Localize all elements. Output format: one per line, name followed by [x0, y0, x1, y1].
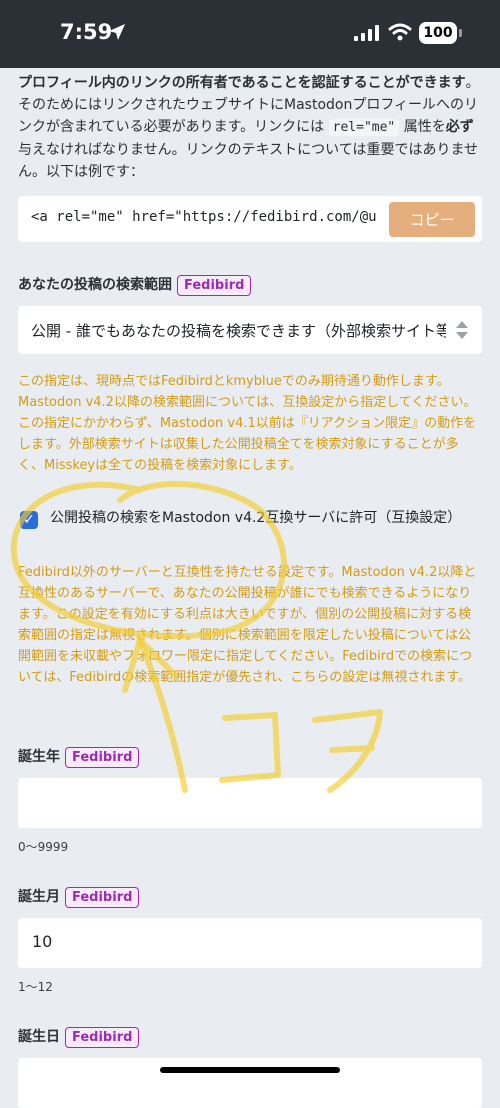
fedibird-badge: Fedibird	[65, 886, 140, 908]
wifi-icon	[388, 23, 412, 41]
birth-year-input[interactable]	[18, 778, 482, 828]
status-bar: 7:59 100	[0, 0, 500, 68]
intro-must: 必ず	[445, 119, 474, 135]
compat-checkbox[interactable]: ✓	[20, 511, 38, 529]
birth-month-value: 10	[32, 932, 53, 951]
verification-intro: プロフィール内のリンクの所有者であることを認証することができます。そのためにはリ…	[18, 72, 482, 183]
birth-day-label: 誕生日 Fedibird	[18, 1026, 140, 1048]
status-time: 7:59	[60, 20, 113, 44]
rel-me-code: rel="me"	[328, 119, 400, 136]
highlighter-ko-1	[219, 712, 281, 783]
birth-month-label-text: 誕生月	[18, 889, 60, 905]
birth-month-label: 誕生月 Fedibird	[18, 886, 140, 908]
fedibird-badge: Fedibird	[65, 1026, 140, 1048]
intro-bold: プロフィール内のリンクの所有者であることを認証することができます	[18, 75, 466, 91]
birth-month-input[interactable]: 10	[18, 918, 482, 968]
search-range-select[interactable]: 公開 - 誰でもあなたの投稿を検索できます（外部検索サイト等を含む）	[18, 306, 482, 354]
compat-hint: Fedibird以外のサーバーと互換性を持たせる設定です。Mastodon v4…	[18, 565, 477, 685]
fedibird-badge: Fedibird	[177, 274, 252, 296]
location-arrow-icon	[109, 24, 125, 40]
battery-icon: 100	[419, 22, 457, 44]
birth-year-hint: 0〜9999	[18, 840, 69, 854]
home-indicator	[160, 1067, 340, 1073]
intro-text-2: 属性を	[403, 119, 446, 135]
compat-checkbox-label[interactable]: 公開投稿の検索をMastodon v4.2互換サーバに許可（互換設定）	[50, 508, 480, 529]
birth-year-label-text: 誕生年	[18, 749, 60, 765]
birth-month-hint: 1〜12	[18, 980, 53, 994]
copy-button[interactable]: コピー	[389, 202, 475, 237]
check-icon: ✓	[23, 512, 35, 528]
signal-icon	[354, 25, 379, 41]
search-range-label: あなたの投稿の検索範囲 Fedibird	[18, 274, 252, 296]
search-range-hint: この指定は、現時点ではFedibirdとkmyblueでのみ期待通り動作します。…	[18, 374, 477, 473]
example-code-box: <a rel="me" href="https://fedibird.com/@…	[18, 196, 482, 242]
battery-tip	[459, 29, 462, 37]
intro-text-3: 与えなければなりません。リンクのテキストについては重要ではありません。以下は例で…	[18, 142, 479, 180]
example-code-input[interactable]: <a rel="me" href="https://fedibird.com/@…	[31, 209, 376, 225]
search-range-label-text: あなたの投稿の検索範囲	[18, 277, 172, 293]
select-arrows-icon	[456, 321, 468, 339]
birth-year-label: 誕生年 Fedibird	[18, 746, 140, 768]
search-range-selected: 公開 - 誰でもあなたの投稿を検索できます（外部検索サイト等を含む）	[31, 322, 446, 340]
fedibird-badge: Fedibird	[65, 746, 140, 768]
birth-day-input[interactable]	[18, 1058, 482, 1108]
birth-day-label-text: 誕生日	[18, 1029, 60, 1045]
